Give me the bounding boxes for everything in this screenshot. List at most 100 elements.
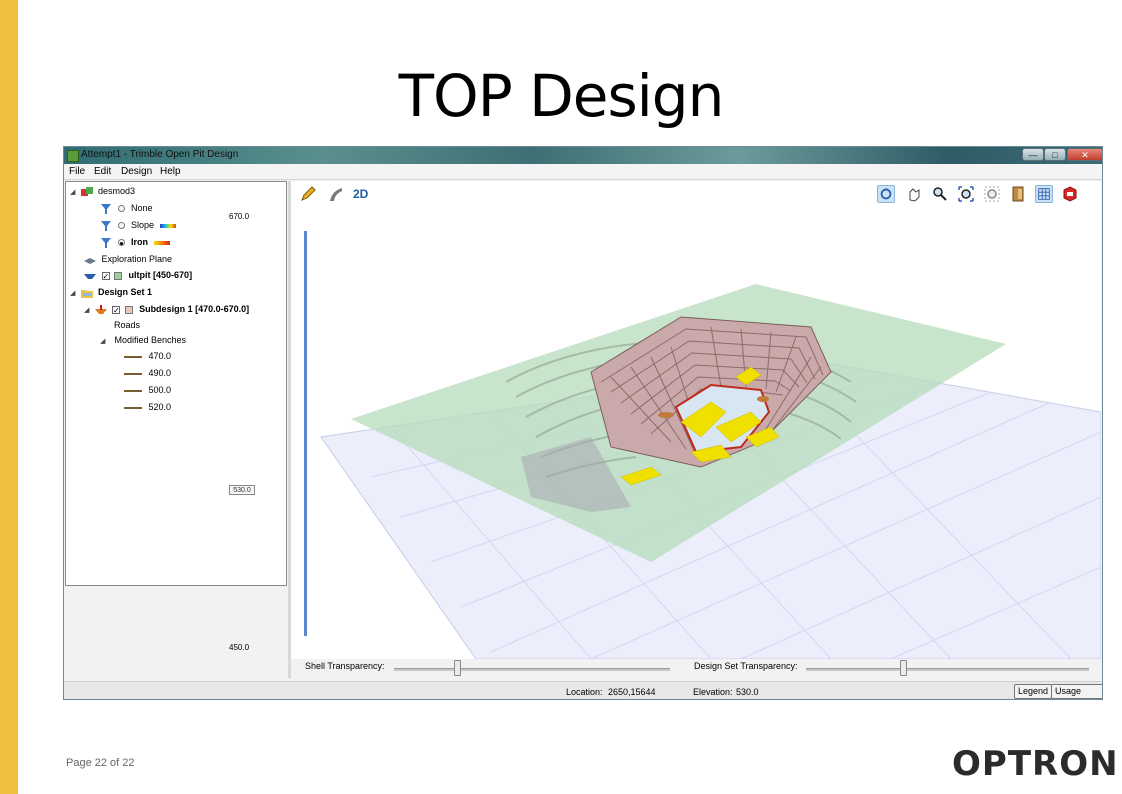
menu-bar: File Edit Design Help: [64, 164, 1102, 180]
minimize-button[interactable]: —: [1022, 148, 1044, 161]
collapse-icon[interactable]: ◢: [70, 186, 78, 200]
ultpit-color-swatch[interactable]: [114, 271, 123, 280]
location-value: 2650,15644: [608, 687, 656, 697]
radio-none[interactable]: [117, 205, 125, 213]
design-set-transparency-thumb[interactable]: [900, 660, 907, 676]
zoom-selection-icon[interactable]: [983, 185, 1001, 203]
tree-label-slope: Slope: [131, 220, 155, 230]
elevation-slider-handle[interactable]: 530.0: [229, 485, 255, 495]
status-bar: Location: 2650,15644 Elevation: 530.0 Le…: [64, 681, 1102, 699]
design-set-transparency-track[interactable]: [806, 668, 1089, 671]
tree-label-none: None: [131, 203, 153, 213]
tree-label-subdesign: Subdesign 1 [470.0-670.0]: [139, 304, 250, 314]
iron-color-ramp: [153, 240, 170, 245]
app-window: Attempt1 - Trimble Open Pit Design — □ ✕…: [63, 146, 1103, 700]
plane-icon: [84, 257, 96, 264]
tree-item-subdesign[interactable]: ◢ ✓ Subdesign 1 [470.0-670.0]: [84, 302, 249, 316]
sketchup-icon[interactable]: [1061, 185, 1079, 203]
tree-item-iron[interactable]: Iron: [100, 235, 170, 249]
tree-item-desmod3[interactable]: ◢ desmod3: [70, 184, 135, 198]
filter-icon: [101, 203, 111, 214]
ramp-icon[interactable]: [327, 185, 345, 203]
tree-label-modified-benches: Modified Benches: [114, 335, 187, 345]
pit-scene: [320, 284, 1101, 659]
tree-item-design-set[interactable]: ◢ Design Set 1: [70, 285, 152, 299]
rotate-icon[interactable]: [877, 185, 895, 203]
slope-color-ramp: [159, 223, 176, 228]
tree-label-iron: Iron: [131, 237, 149, 247]
radio-slope[interactable]: [117, 222, 125, 230]
tree-item-ultpit[interactable]: ✓ ultpit [450-670]: [84, 268, 192, 282]
filter-icon: [101, 220, 111, 231]
ore-body-high-grade: [658, 412, 674, 418]
tree-item-none[interactable]: None: [100, 201, 153, 215]
radio-iron[interactable]: [117, 239, 125, 247]
view-toolbar: 2D: [291, 181, 1101, 207]
subdesign-color-swatch[interactable]: [124, 305, 133, 314]
tree-item-roads[interactable]: Roads: [114, 318, 140, 332]
design-set-transparency-label: Design Set Transparency:: [694, 661, 798, 671]
tree-label-roads: Roads: [114, 320, 141, 330]
tree-item-bench[interactable]: 500.0: [124, 383, 171, 397]
collapse-icon[interactable]: ◢: [70, 287, 78, 301]
window-title: Attempt1 - Trimble Open Pit Design: [81, 149, 239, 160]
app-icon: [67, 150, 79, 162]
bench-label: 500.0: [148, 385, 172, 395]
subdesign-checkbox[interactable]: ✓: [112, 305, 121, 314]
usage-tips-button[interactable]: Usage Tips: [1051, 684, 1102, 699]
bench-label: 520.0: [148, 402, 172, 412]
folder-icon: [80, 289, 93, 298]
tree-item-bench[interactable]: 470.0: [124, 349, 171, 363]
shell-transparency-label: Shell Transparency:: [305, 661, 385, 671]
tree-item-modified-benches[interactable]: ◢ Modified Benches: [100, 333, 186, 347]
2d-toggle-button[interactable]: 2D: [353, 187, 368, 201]
zoom-extents-icon[interactable]: [957, 185, 975, 203]
bench-line-icon: [124, 372, 142, 375]
ore-body-high-grade: [757, 396, 769, 402]
title-bar[interactable]: Attempt1 - Trimble Open Pit Design — □ ✕: [64, 147, 1102, 164]
bench-label: 470.0: [148, 351, 172, 361]
tree-label-desmod3: desmod3: [98, 186, 136, 196]
elevation-status-value: 530.0: [736, 687, 759, 697]
legend-button[interactable]: Legend: [1014, 684, 1053, 699]
tree-label-ultpit: ultpit [450-670]: [128, 270, 193, 280]
elevation-slider-track[interactable]: [304, 231, 307, 636]
tree-label-exploration-plane: Exploration Plane: [101, 254, 173, 264]
location-label: Location:: [566, 687, 603, 697]
filter-icon: [101, 237, 111, 248]
elevation-min-label: 450.0: [229, 643, 250, 652]
block-model-icon: [80, 186, 93, 196]
page-number: Page 22 of 22: [66, 757, 135, 769]
tree-item-bench[interactable]: 520.0: [124, 400, 171, 414]
maximize-button[interactable]: □: [1044, 148, 1066, 161]
zoom-icon[interactable]: [931, 185, 949, 203]
bench-line-icon: [124, 389, 142, 392]
menu-edit[interactable]: Edit: [94, 166, 111, 177]
tree-item-slope[interactable]: Slope: [100, 218, 176, 232]
tree-item-exploration-plane[interactable]: Exploration Plane: [84, 252, 172, 266]
elevation-status-label: Elevation:: [693, 687, 733, 697]
brand-logo: OPTRON: [952, 744, 1119, 784]
collapse-icon[interactable]: ◢: [100, 335, 108, 349]
model-tree: ◢ desmod3 None Slope Iron Exploration Pl…: [65, 181, 287, 586]
bench-label: 490.0: [148, 368, 172, 378]
shell-transparency-track[interactable]: [394, 668, 670, 671]
menu-help[interactable]: Help: [160, 166, 181, 177]
bench-line-icon: [124, 406, 142, 409]
grid-icon[interactable]: [1035, 185, 1053, 203]
close-button[interactable]: ✕: [1067, 148, 1102, 161]
elevation-max-label: 670.0: [229, 212, 250, 221]
pencil-icon[interactable]: [299, 185, 317, 203]
subdesign-icon: [94, 304, 107, 314]
bench-line-icon: [124, 355, 142, 358]
tree-item-bench[interactable]: 490.0: [124, 366, 171, 380]
door-icon[interactable]: [1009, 185, 1027, 203]
ultpit-checkbox[interactable]: ✓: [101, 271, 110, 280]
pit-shell-icon: [84, 273, 96, 279]
menu-design[interactable]: Design: [121, 166, 152, 177]
menu-file[interactable]: File: [69, 166, 85, 177]
collapse-icon[interactable]: ◢: [84, 304, 92, 318]
3d-viewport[interactable]: 2D: [291, 181, 1101, 659]
shell-transparency-thumb[interactable]: [454, 660, 461, 676]
pan-icon[interactable]: [905, 185, 923, 203]
